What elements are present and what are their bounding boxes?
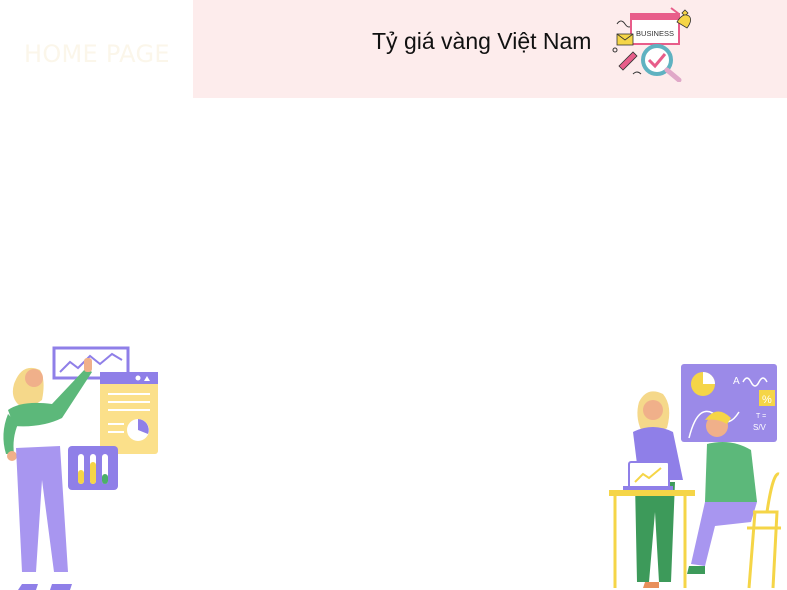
business-checkmark-icon: BUSINESS	[612, 7, 691, 82]
board-formula-text: T =	[756, 413, 766, 420]
team-meeting-illustration: A % T = S/V	[609, 364, 781, 589]
page-title: Tỷ giá vàng Việt Nam	[372, 28, 592, 54]
home-page-link[interactable]: HOME PAGE	[24, 40, 170, 68]
svg-text:A: A	[733, 376, 740, 387]
board-percent-text: %	[762, 394, 772, 406]
badge-text: BUSINESS	[636, 29, 674, 38]
header-banner: Tỷ giá vàng Việt Nam BUSINESS	[193, 0, 787, 98]
woman-presenting-dashboard-illustration	[3, 346, 158, 590]
board-ratio-text: S/V	[753, 423, 767, 432]
